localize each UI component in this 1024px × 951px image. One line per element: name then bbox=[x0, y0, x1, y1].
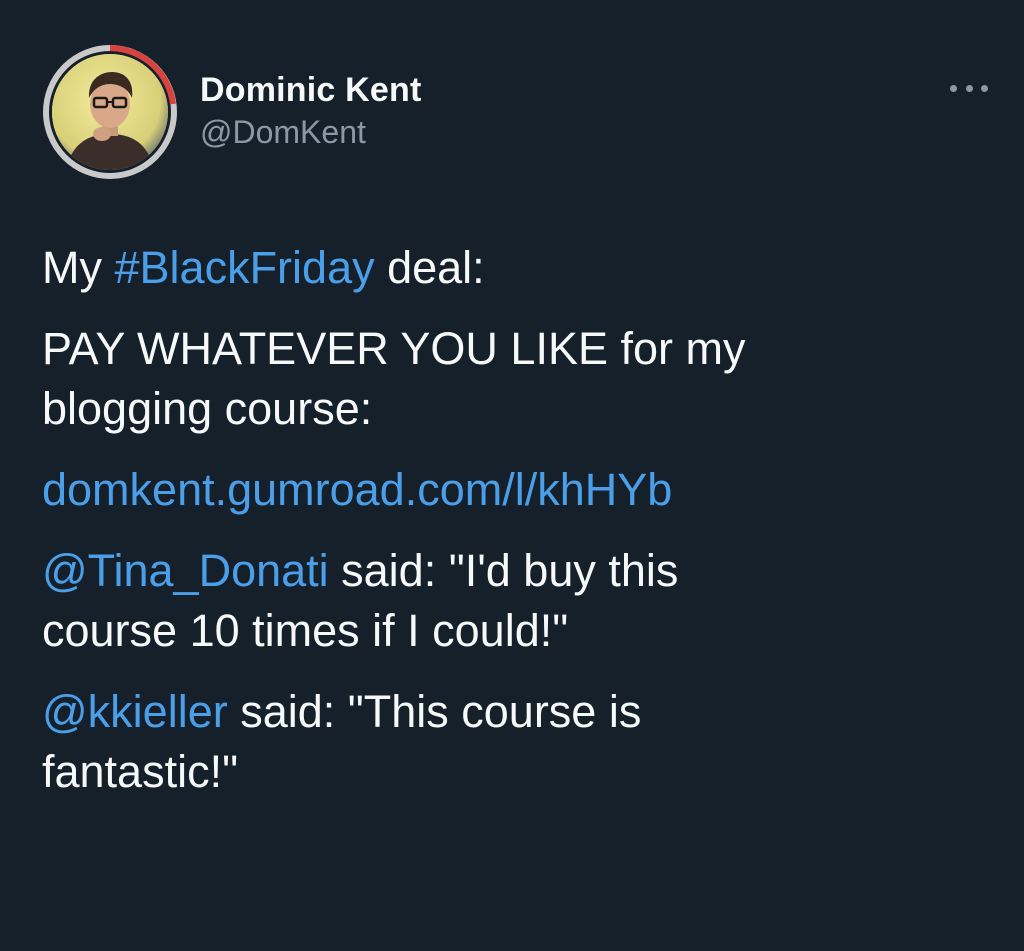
tweet-header: Dominic Kent @DomKent bbox=[42, 44, 992, 180]
more-horizontal-icon-dot bbox=[981, 84, 988, 92]
tweet-line-url: domkent.gumroad.com/l/khHYb bbox=[42, 460, 1002, 520]
avatar-photo bbox=[52, 54, 168, 170]
tweet-text-segment: said: "I'd buy this bbox=[328, 545, 679, 596]
mention-link[interactable]: @kkieller bbox=[42, 686, 228, 737]
tweet-text-segment: said: "This course is bbox=[227, 686, 642, 737]
course-link[interactable]: domkent.gumroad.com/l/khHYb bbox=[42, 464, 672, 515]
tweet-text-segment: blogging course: bbox=[42, 383, 373, 434]
display-name[interactable]: Dominic Kent bbox=[200, 70, 422, 110]
tweet-line-quote-2: @kkieller said: "This course is fantastic… bbox=[42, 682, 1002, 802]
tweet-line-offer: PAY WHATEVER YOU LIKE for my blogging cou… bbox=[42, 319, 1002, 439]
tweet-text-segment: deal: bbox=[374, 242, 485, 293]
user-handle[interactable]: @DomKent bbox=[200, 112, 422, 152]
more-options-button[interactable] bbox=[946, 78, 992, 98]
author-info[interactable]: Dominic Kent @DomKent bbox=[200, 70, 422, 152]
tweet-line-quote-1: @Tina_Donati said: "I'd buy this course 1… bbox=[42, 541, 1002, 661]
more-horizontal-icon-dot bbox=[965, 84, 973, 92]
tweet-text-segment: PAY WHATEVER YOU LIKE for my bbox=[42, 323, 746, 374]
avatar[interactable] bbox=[42, 44, 178, 180]
more-horizontal-icon bbox=[950, 84, 957, 92]
tweet-text-segment: course 10 times if I could!" bbox=[42, 605, 569, 656]
tweet-line-deal: My #BlackFriday deal: bbox=[42, 238, 1002, 298]
tweet: Dominic Kent @DomKent My #BlackFriday de… bbox=[0, 0, 1024, 951]
mention-link[interactable]: @Tina_Donati bbox=[42, 545, 329, 596]
tweet-text-segment: My bbox=[42, 242, 115, 293]
tweet-text: My #BlackFriday deal: PAY WHATEVER YOU L… bbox=[42, 238, 1002, 823]
hashtag-link[interactable]: #BlackFriday bbox=[115, 242, 375, 293]
tweet-text-segment: fantastic!" bbox=[42, 746, 239, 797]
